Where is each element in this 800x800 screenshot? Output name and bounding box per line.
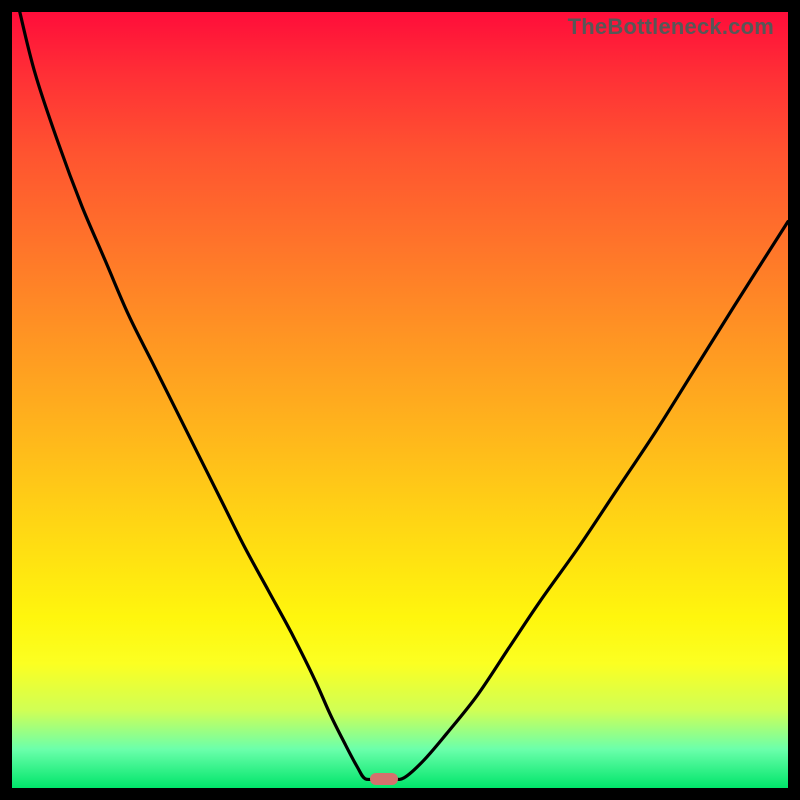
curve-path: [20, 12, 788, 780]
plot-area: TheBottleneck.com: [12, 12, 788, 788]
minimum-marker: [370, 773, 398, 785]
bottleneck-curve: [12, 12, 788, 788]
source-credit: TheBottleneck.com: [568, 14, 774, 40]
chart-frame: TheBottleneck.com: [0, 0, 800, 800]
